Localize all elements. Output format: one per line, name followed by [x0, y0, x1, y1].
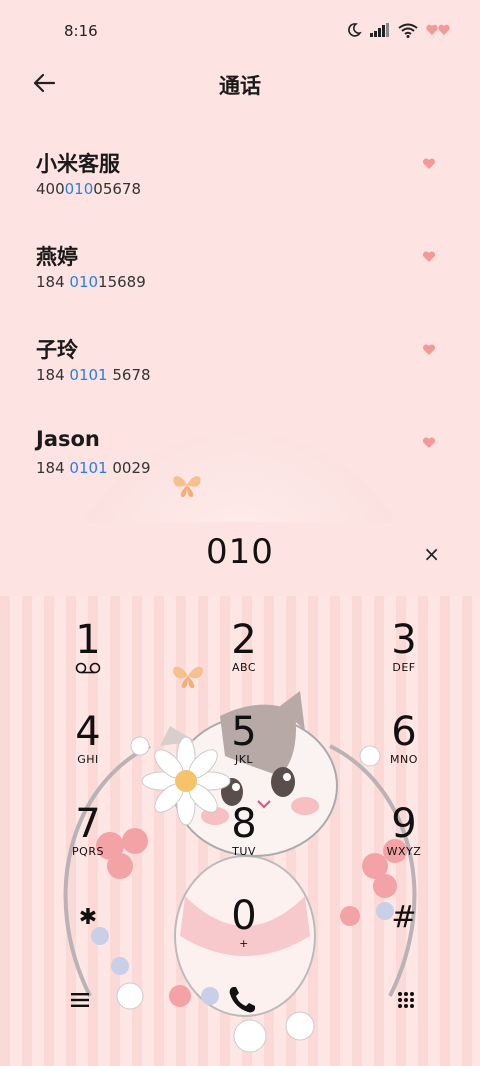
dial-input[interactable]: 010 — [0, 532, 480, 572]
key-hash[interactable]: # — [354, 896, 454, 940]
key-digit: 7 — [75, 801, 101, 847]
menu-button[interactable] — [60, 984, 100, 1016]
key-letters: + — [239, 937, 249, 950]
page-title: 通话 — [219, 74, 261, 98]
key-3[interactable]: 3 DEF — [354, 618, 454, 674]
contact-name: Jason — [36, 427, 100, 451]
keypad-toggle-button[interactable] — [386, 984, 426, 1016]
moon-icon — [348, 23, 362, 37]
key-letters: JKL — [234, 753, 254, 766]
contact-number: 184 0101 0029 — [36, 459, 151, 477]
contact-number: 184 01015689 — [36, 273, 146, 291]
contact-number: 40001005678 — [36, 180, 141, 198]
list-item[interactable]: 子玲 184 0101 5678 — [0, 326, 480, 419]
key-letters: ABC — [231, 661, 257, 674]
contact-name: 小米客服 — [36, 152, 120, 176]
keypad-icon — [398, 992, 414, 1008]
heart-icon — [422, 344, 436, 355]
key-digit: 2 — [231, 617, 257, 663]
key-6[interactable]: 6 MNO — [354, 710, 454, 766]
key-digit: 1 — [75, 617, 101, 663]
voicemail-icon — [75, 662, 101, 674]
contact-name: 子玲 — [36, 338, 78, 362]
list-item[interactable]: 小米客服 40001005678 — [0, 140, 480, 233]
key-4[interactable]: 4 GHI — [38, 710, 138, 766]
key-digit: 5 — [231, 709, 257, 755]
heart-icon — [422, 158, 436, 169]
key-letters: WXYZ — [386, 845, 422, 858]
phone-icon — [229, 987, 255, 1013]
key-digit: 8 — [231, 801, 257, 847]
key-1[interactable]: 1 — [38, 618, 138, 674]
list-item[interactable]: 燕婷 184 01015689 — [0, 233, 480, 326]
key-2[interactable]: 2 ABC — [194, 618, 294, 674]
contact-number: 184 0101 5678 — [36, 366, 151, 384]
key-letters: DEF — [392, 661, 416, 674]
header: 通话 — [0, 62, 480, 106]
key-digit: 3 — [391, 617, 417, 663]
key-5[interactable]: 5 JKL — [194, 710, 294, 766]
key-digit: 4 — [75, 709, 101, 755]
status-bar: 8:16 — [0, 0, 480, 62]
key-digit: 9 — [391, 801, 417, 847]
call-button[interactable] — [220, 980, 264, 1020]
status-time: 8:16 — [64, 22, 98, 40]
key-letters: TUV — [232, 845, 256, 858]
heart-icon — [422, 251, 436, 262]
key-digit: 0 — [231, 893, 257, 939]
key-digit: # — [391, 900, 417, 935]
wifi-icon — [398, 23, 418, 38]
menu-icon — [71, 993, 89, 1007]
clear-button[interactable]: × — [423, 542, 440, 566]
key-9[interactable]: 9 WXYZ — [354, 802, 454, 858]
heart-icon — [422, 437, 436, 448]
key-letters: MNO — [390, 753, 418, 766]
key-star[interactable]: ✱ — [38, 896, 138, 940]
battery-hearts-icon — [426, 24, 450, 35]
status-icons — [346, 22, 452, 38]
dial-input-bar: 010 × — [0, 522, 480, 596]
contact-list: 小米客服 40001005678 燕婷 184 01015689 子玲 184 … — [0, 140, 480, 512]
key-8[interactable]: 8 TUV — [194, 802, 294, 858]
key-digit: 6 — [391, 709, 417, 755]
list-item[interactable]: Jason 184 0101 0029 — [0, 419, 480, 512]
key-letters: PQRS — [72, 845, 104, 858]
key-7[interactable]: 7 PQRS — [38, 802, 138, 858]
contact-name: 燕婷 — [36, 245, 78, 269]
signal-icon — [370, 23, 389, 37]
key-0[interactable]: 0 + — [194, 894, 294, 950]
key-letters: GHI — [77, 753, 99, 766]
butterfly-icon — [173, 476, 201, 497]
dialpad: 1 2 ABC 3 DEF 4 GHI 5 JKL 6 MNO 7 PQRS 8… — [0, 596, 480, 1066]
key-digit: ✱ — [78, 905, 98, 930]
